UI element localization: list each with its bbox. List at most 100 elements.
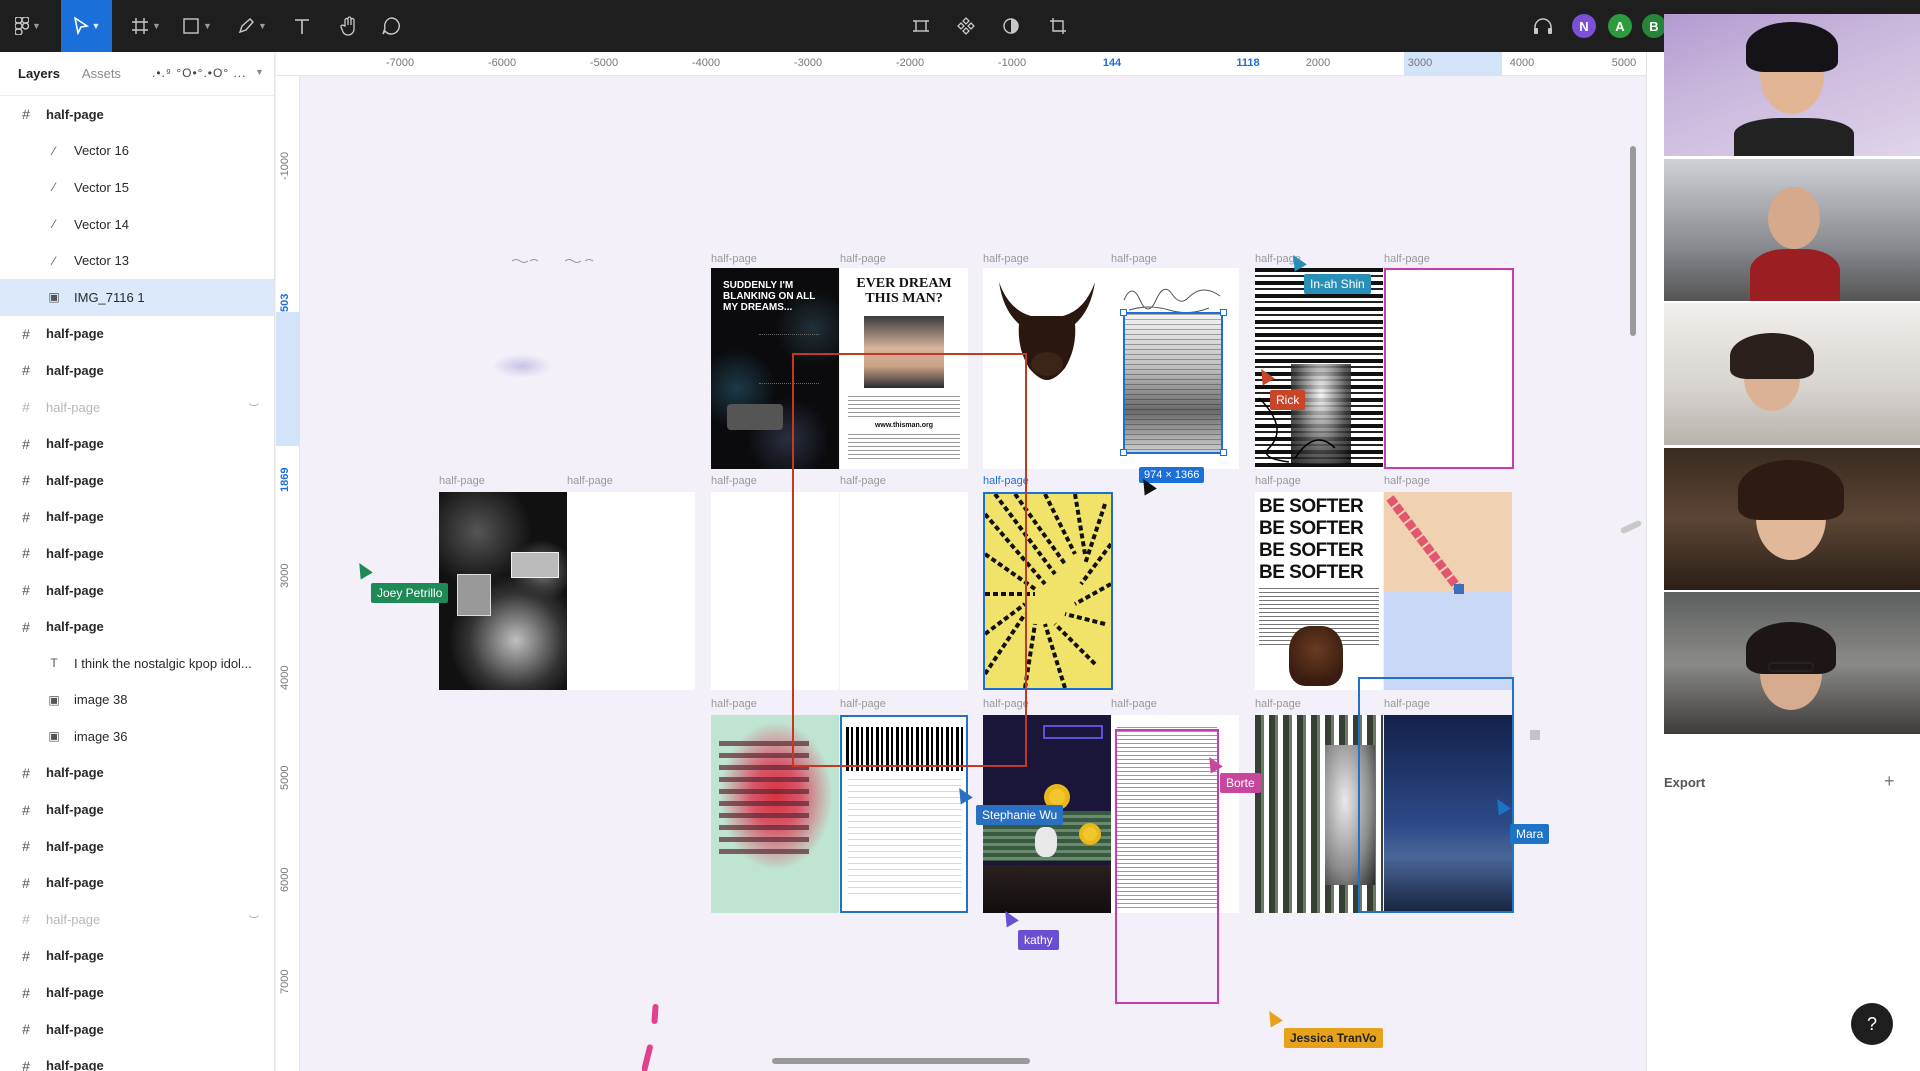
layer-row-frame[interactable]: # half-page [0, 938, 274, 975]
figma-menu-icon[interactable]: ▼ [8, 0, 48, 52]
layer-row-vector[interactable]: ⁄ Vector 16 [0, 133, 274, 170]
image-layer-icon: ▣ [48, 729, 60, 744]
layer-row-image[interactable]: ▣ image 38 [0, 682, 274, 719]
ruler-tick-label: -1000 [997, 57, 1027, 69]
layer-name: image 36 [74, 728, 128, 744]
ruler-tick-label: 1118 [1236, 57, 1260, 69]
hand-tool-button[interactable] [331, 0, 367, 52]
text-tool-button[interactable] [286, 0, 318, 52]
layer-row-frame[interactable]: # half-page [0, 572, 274, 609]
user-avatar-n[interactable]: N [1572, 14, 1596, 38]
layer-row-frame[interactable]: # half-page ︶ [0, 901, 274, 938]
frame-layer-icon: # [22, 582, 30, 599]
participant-hair [1730, 333, 1814, 379]
layer-name: half-page [46, 948, 104, 964]
layer-row-frame[interactable]: # half-page [0, 1011, 274, 1048]
layer-row-image[interactable]: ▣ IMG_7116 1 [0, 278, 274, 316]
frame-layer-icon: # [22, 399, 30, 416]
chevron-down-icon[interactable]: ▼ [255, 67, 264, 77]
ruler-tick-label: -4000 [691, 57, 721, 69]
layer-row-frame[interactable]: # half-page [0, 828, 274, 865]
eye-hidden-icon[interactable]: ︶ [249, 912, 259, 927]
video-participant-5 [1664, 592, 1920, 734]
layer-row-frame[interactable]: # half-page [0, 608, 274, 645]
layer-row-vector[interactable]: ⁄ Vector 15 [0, 169, 274, 206]
component-button[interactable] [905, 0, 937, 52]
layer-name: IMG_7116 1 [74, 289, 145, 305]
layer-name: half-page [46, 362, 104, 378]
layer-row-text[interactable]: T I think the nostalgic kpop idol... [0, 645, 274, 682]
ruler-tick-label: 144 [1102, 57, 1122, 69]
vertical-scrollbar[interactable] [1630, 146, 1636, 336]
move-tool-button[interactable]: ▼ [61, 0, 112, 52]
avatar-initial: N [1579, 18, 1589, 34]
layer-row-frame[interactable]: # half-page [0, 755, 274, 792]
cursor-tag-stephanie-wu: Stephanie Wu [976, 805, 1064, 825]
components-button[interactable] [950, 0, 982, 52]
layer-name: half-page [46, 802, 104, 818]
audio-button[interactable] [1528, 0, 1558, 52]
layer-row-frame[interactable]: # half-page [0, 462, 274, 499]
design-canvas[interactable]: half-page SUDDENLY I'M BLANKING ON ALL M… [300, 76, 1646, 1071]
cursor-tag-in-ah-shin: In-ah Shin [1304, 274, 1371, 294]
frame-tool-button[interactable]: ▼ [126, 0, 166, 52]
layer-row-frame[interactable]: # half-page ︶ [0, 389, 274, 426]
ruler-tick-label: 6000 [279, 867, 291, 892]
layer-name: half-page [46, 985, 104, 1001]
crop-button[interactable] [1042, 0, 1074, 52]
layer-name: half-page [46, 582, 104, 598]
layer-row-frame[interactable]: # half-page [0, 499, 274, 536]
ruler-tick-label: 5000 [279, 765, 291, 790]
frame-layer-icon: # [22, 947, 30, 964]
horizontal-scrollbar[interactable] [772, 1058, 1030, 1064]
layer-row-frame[interactable]: # half-page [0, 535, 274, 572]
layer-row-frame[interactable]: # half-page [0, 96, 274, 133]
layer-row-frame[interactable]: # half-page [0, 425, 274, 462]
vector-layer-icon: ⁄ [52, 143, 55, 158]
frame-layer-icon: # [22, 472, 30, 489]
user-avatar-b[interactable]: B [1642, 14, 1666, 38]
user-avatar-a[interactable]: A [1608, 14, 1632, 38]
frame-layer-icon: # [22, 362, 30, 379]
video-participant-4 [1664, 448, 1920, 590]
plus-icon[interactable]: + [1884, 771, 1895, 792]
layer-row-frame[interactable]: # half-page [0, 352, 274, 389]
vector-layer-icon: ⁄ [52, 217, 55, 232]
frame-layer-icon: # [22, 1021, 30, 1038]
components-icon [957, 17, 975, 35]
layer-name: half-page [46, 911, 101, 927]
page-selector[interactable]: .•.⁹ °O•°.•O° ... [152, 66, 246, 80]
layer-row-frame[interactable]: # half-page [0, 974, 274, 1011]
ruler-tick-label: 4000 [279, 665, 291, 690]
shape-tool-button[interactable]: ▼ [177, 0, 217, 52]
mask-button[interactable] [995, 0, 1027, 52]
layer-row-frame[interactable]: # half-page [0, 864, 274, 901]
layer-row-frame[interactable]: # half-page [0, 791, 274, 828]
frame-layer-icon: # [22, 508, 30, 525]
comment-tool-button[interactable] [373, 0, 409, 52]
layer-row-frame[interactable]: # half-page [0, 1047, 274, 1071]
layer-name: half-page [46, 1021, 104, 1037]
layer-row-vector[interactable]: ⁄ Vector 14 [0, 206, 274, 243]
pen-tool-button[interactable]: ▼ [232, 0, 272, 52]
participant-shoulders [1734, 118, 1854, 156]
frame-tool-icon [132, 18, 149, 34]
ruler-tick-label: -5000 [589, 57, 619, 69]
frame-layer-icon: # [22, 435, 30, 452]
avatar-initial: A [1615, 18, 1625, 34]
cursor-tag-mara: Mara [1510, 824, 1550, 844]
tab-layers[interactable]: Layers [18, 66, 60, 81]
shape-tool-icon [183, 18, 199, 34]
ruler-tick-label: -1000 [279, 151, 291, 180]
layers-panel: Layers Assets .•.⁹ °O•°.•O° ... ▼ # half-… [0, 52, 275, 1071]
layer-name: Vector 15 [74, 179, 129, 195]
help-button[interactable]: ? [1851, 1003, 1893, 1045]
layer-row-frame[interactable]: # half-page [0, 316, 274, 353]
tab-assets[interactable]: Assets [82, 66, 121, 81]
layer-name: image 38 [74, 692, 128, 708]
layer-row-image[interactable]: ▣ image 36 [0, 718, 274, 755]
eye-hidden-icon[interactable]: ︶ [249, 400, 259, 415]
layer-name: half-page [46, 619, 104, 635]
layer-row-vector[interactable]: ⁄ Vector 13 [0, 242, 274, 279]
ruler-tick-label: 7000 [279, 969, 291, 994]
